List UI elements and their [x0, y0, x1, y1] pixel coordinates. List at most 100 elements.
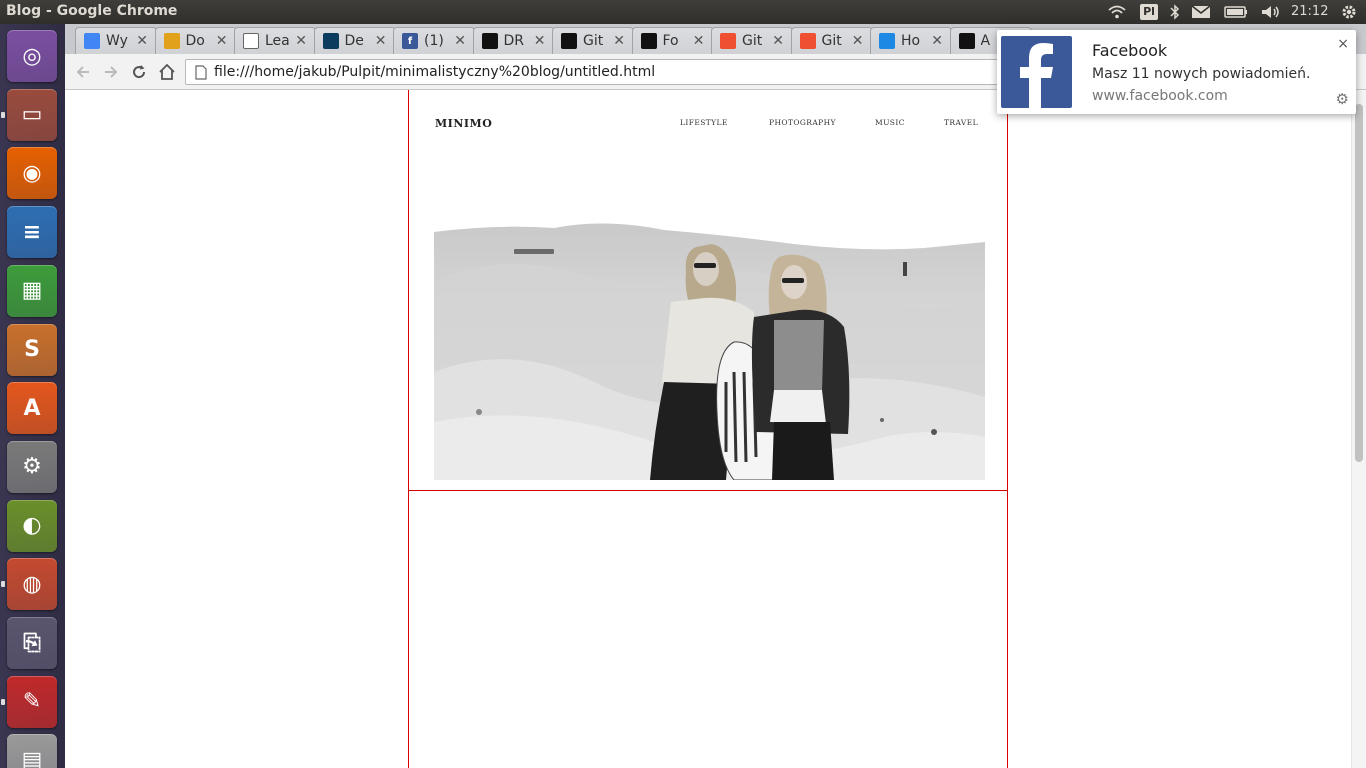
tab-close-icon[interactable]: ✕ — [613, 33, 625, 49]
launcher-system-settings[interactable]: ⚙ — [7, 440, 57, 493]
notification-message: Masz 11 nowych powiadomień. — [1092, 66, 1311, 82]
running-indicator — [1, 111, 5, 118]
keyboard-layout-indicator[interactable]: Pl — [1139, 2, 1159, 22]
chrome-web-store-icon — [84, 33, 100, 49]
nav-link-lifestyle[interactable]: LIFESTYLE — [680, 118, 728, 127]
launcher-usb-drive[interactable]: ⎘ — [7, 617, 57, 669]
tab-close-icon[interactable]: ✕ — [216, 33, 228, 49]
notification-source: www.facebook.com — [1092, 88, 1228, 104]
back-button[interactable] — [71, 60, 95, 84]
chrome-icon: ◍ — [22, 571, 42, 597]
git-icon — [799, 33, 816, 49]
launcher-document-viewer[interactable]: ✎ — [7, 675, 57, 728]
wifi-icon[interactable] — [1106, 2, 1128, 22]
ubuntu-dash-icon: ◎ — [22, 43, 42, 69]
tab-title: Ho — [901, 33, 921, 49]
software-center-icon: A — [23, 395, 41, 421]
bluetooth-icon[interactable] — [1168, 2, 1182, 22]
sublime-text-icon: S — [24, 337, 40, 362]
clock[interactable]: 21:12 — [1291, 4, 1328, 19]
page-scrollbar[interactable] — [1351, 90, 1366, 768]
github-icon — [481, 33, 498, 49]
forward-button[interactable] — [99, 60, 123, 84]
browser-tab[interactable]: Wy ✕ — [75, 27, 157, 54]
launcher-chrome[interactable]: ◍ — [7, 558, 57, 611]
nav-link-travel[interactable]: TRAVEL — [944, 118, 978, 127]
scrollbar-thumb[interactable] — [1355, 104, 1363, 462]
browser-tab[interactable]: DR ✕ — [472, 27, 555, 54]
browser-tab[interactable]: Git ✕ — [552, 27, 634, 54]
code-icon — [243, 33, 259, 49]
volume-icon[interactable] — [1259, 2, 1283, 22]
tab-close-icon[interactable]: ✕ — [295, 33, 307, 49]
browser-tab[interactable]: Do ✕ — [154, 27, 237, 54]
libreoffice-writer-icon: ≡ — [22, 219, 42, 245]
launcher-scanner[interactable]: ▤ — [7, 734, 57, 768]
nav-link-photography[interactable]: PHOTOGRAPHY — [769, 118, 836, 127]
tab-title: Git — [742, 33, 763, 49]
facebook-icon — [1001, 36, 1072, 108]
tab-title: Do — [185, 33, 205, 49]
tab-close-icon[interactable]: ✕ — [534, 33, 546, 49]
launcher-libreoffice-calc[interactable]: ▦ — [7, 264, 57, 317]
browser-tab[interactable]: Git ✕ — [790, 27, 873, 54]
system-settings-icon: ⚙ — [22, 454, 42, 480]
browser-tab[interactable]: Ho ✕ — [870, 27, 952, 54]
top-panel: Blog - Google Chrome Pl 21:12 — [0, 0, 1366, 24]
github-icon — [640, 33, 657, 49]
launcher-files[interactable]: ▭ — [7, 88, 57, 141]
libreoffice-calc-icon: ▦ — [21, 278, 43, 304]
power-gear-icon[interactable] — [1338, 2, 1360, 22]
blog-content-section — [408, 490, 1008, 768]
facebook-icon: f — [402, 33, 418, 49]
tab-close-icon[interactable]: ✕ — [772, 33, 784, 49]
blog-logo[interactable]: MINIMO — [435, 117, 492, 130]
mail-icon[interactable] — [1189, 2, 1213, 22]
launcher-firefox[interactable]: ◉ — [7, 147, 57, 200]
reload-button[interactable] — [127, 60, 151, 84]
launcher-sublime-text[interactable]: S — [7, 323, 57, 376]
gitter-icon — [561, 33, 577, 49]
tab-title: De — [344, 33, 364, 49]
browser-tab[interactable]: Git ✕ — [711, 27, 793, 54]
tab-close-icon[interactable]: ✕ — [136, 33, 148, 49]
tab-title: Fo — [662, 33, 679, 49]
browser-tab[interactable]: Lea ✕ — [234, 27, 316, 54]
browser-tab[interactable]: De ✕ — [313, 27, 396, 54]
launcher-nvidia-settings[interactable]: ◐ — [7, 499, 57, 552]
git-icon — [720, 33, 736, 49]
running-indicator — [1, 581, 5, 588]
tab-title: Git — [583, 33, 604, 49]
usb-drive-icon: ⎘ — [23, 630, 41, 656]
running-indicator — [1, 698, 5, 705]
tab-close-icon[interactable]: ✕ — [931, 33, 943, 49]
loading-icon — [879, 33, 895, 49]
launcher-software-center[interactable]: A — [7, 382, 57, 435]
tab-title: Lea — [265, 33, 290, 49]
url-text[interactable]: file:///home/jakub/Pulpit/minimalistyczn… — [214, 64, 655, 80]
tab-close-icon[interactable]: ✕ — [852, 33, 864, 49]
launcher-ubuntu-dash[interactable]: ◎ — [7, 30, 57, 82]
tab-close-icon[interactable]: ✕ — [693, 33, 705, 49]
notification-title: Facebook — [1092, 41, 1168, 60]
battery-icon[interactable] — [1223, 2, 1249, 22]
document-viewer-icon: ✎ — [22, 689, 42, 715]
launcher: ◎ ▭ ◉ ≡ ▦ S A ⚙ ◐ ◍ ⎘ ✎ ▤ — [0, 24, 65, 768]
launcher-libreoffice-writer[interactable]: ≡ — [7, 206, 57, 259]
d-icon — [322, 33, 339, 49]
window-title: Blog - Google Chrome — [6, 3, 178, 19]
home-button[interactable] — [155, 60, 179, 84]
tab-title: Git — [821, 33, 842, 49]
tab-close-icon[interactable]: ✕ — [454, 33, 466, 49]
blog-header-section: MINIMO LIFESTYLE PHOTOGRAPHY MUSIC TRAVE… — [408, 90, 1008, 491]
tab-title: (1) — [424, 33, 444, 49]
hero-photo — [434, 222, 985, 480]
gear-icon[interactable]: ⚙ — [1336, 90, 1349, 108]
tab-close-icon[interactable]: ✕ — [375, 33, 387, 49]
facebook-notification[interactable]: Facebook Masz 11 nowych powiadomień. www… — [997, 30, 1356, 114]
scanner-icon: ▤ — [21, 747, 43, 768]
nav-link-music[interactable]: MUSIC — [875, 118, 905, 127]
close-icon[interactable]: × — [1337, 36, 1349, 52]
browser-tab[interactable]: Fo ✕ — [631, 27, 714, 54]
browser-tab[interactable]: f (1) ✕ — [393, 27, 475, 54]
